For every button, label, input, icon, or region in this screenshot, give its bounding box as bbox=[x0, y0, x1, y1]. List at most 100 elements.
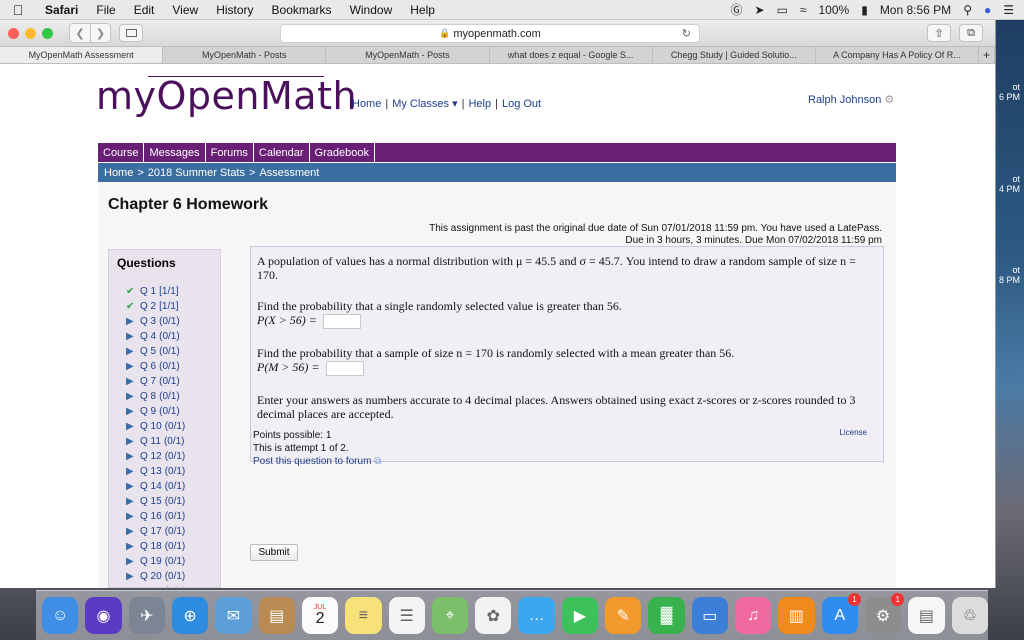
document-icon[interactable]: ▤ bbox=[908, 597, 945, 634]
question-label[interactable]: Q 21 bbox=[140, 586, 162, 587]
question-item[interactable]: ▶ Q 14 (0/1) bbox=[109, 479, 220, 494]
keynote-icon[interactable]: ▭ bbox=[691, 597, 728, 634]
menu-history[interactable]: History bbox=[207, 3, 262, 17]
tab-assessment[interactable]: MyOpenMath Assessment bbox=[0, 47, 164, 63]
question-label[interactable]: Q 20 bbox=[140, 571, 162, 582]
pages-icon[interactable]: ✎ bbox=[605, 597, 642, 634]
nav-messages[interactable]: Messages bbox=[144, 143, 206, 162]
question-label[interactable]: Q 2 bbox=[140, 301, 156, 312]
notes-icon[interactable]: ≡ bbox=[345, 597, 382, 634]
messages-icon[interactable]: … bbox=[518, 597, 555, 634]
menu-edit[interactable]: Edit bbox=[125, 3, 164, 17]
question-item[interactable]: ✔ Q 1 [1/1] bbox=[109, 284, 220, 299]
question-label[interactable]: Q 13 bbox=[140, 466, 162, 477]
nav-home-link[interactable]: Home bbox=[352, 98, 381, 110]
question-item[interactable]: ✔ Q 2 [1/1] bbox=[109, 299, 220, 314]
question-item[interactable]: ▶ Q 4 (0/1) bbox=[109, 329, 220, 344]
question-item[interactable]: ▶ Q 8 (0/1) bbox=[109, 389, 220, 404]
launchpad-icon[interactable]: ✈ bbox=[128, 597, 165, 634]
menu-window[interactable]: Window bbox=[341, 3, 402, 17]
safari-icon[interactable]: ⊕ bbox=[171, 597, 209, 634]
post-to-forum-link[interactable]: Post this question to forum ⧉ bbox=[253, 455, 381, 468]
calendar-icon[interactable]: JUL 2 bbox=[301, 597, 339, 634]
tab-google[interactable]: what does z equal - Google S... bbox=[490, 47, 653, 63]
nav-logout-link[interactable]: Log Out bbox=[502, 98, 541, 110]
settings-gear-icon[interactable]: ⚙ bbox=[884, 94, 894, 106]
question-item[interactable]: ▶ Q 11 (0/1) bbox=[109, 434, 220, 449]
mail-icon[interactable]: ✉ bbox=[215, 597, 252, 634]
airplay-icon[interactable]: ▭ bbox=[777, 3, 788, 17]
question-label[interactable]: Q 10 bbox=[140, 421, 162, 432]
question-item[interactable]: ▶ Q 7 (0/1) bbox=[109, 374, 220, 389]
tab-company[interactable]: A Company Has A Policy Of R... bbox=[816, 47, 980, 63]
question-label[interactable]: Q 16 bbox=[140, 511, 162, 522]
url-text[interactable]: myopenmath.com bbox=[453, 28, 540, 40]
battery-icon[interactable]: ▮ bbox=[861, 3, 868, 17]
menu-view[interactable]: View bbox=[163, 3, 207, 17]
preferences-icon[interactable]: ⚙ 1 bbox=[864, 593, 905, 634]
nav-my-classes-link[interactable]: My Classes ▾ bbox=[392, 98, 457, 110]
license-link[interactable]: License bbox=[839, 428, 867, 437]
tab-posts-1[interactable]: MyOpenMath - Posts bbox=[163, 47, 327, 63]
apple-menu-icon[interactable]:  bbox=[0, 2, 36, 18]
wifi-icon[interactable]: ≈ bbox=[800, 3, 807, 17]
zoom-icon[interactable] bbox=[42, 27, 53, 39]
nav-help-link[interactable]: Help bbox=[468, 98, 491, 110]
question-label[interactable]: Q 3 bbox=[140, 316, 156, 327]
address-bar[interactable]: 🔒 myopenmath.com ↻ bbox=[280, 24, 700, 43]
question-item[interactable]: ▶ Q 20 (0/1) bbox=[109, 569, 220, 584]
sidebar-toggle-icon[interactable] bbox=[119, 24, 143, 42]
minimize-icon[interactable] bbox=[25, 27, 36, 39]
question-item[interactable]: ▶ Q 9 (0/1) bbox=[109, 404, 220, 419]
question-item[interactable]: ▶ Q 5 (0/1) bbox=[109, 344, 220, 359]
numbers-icon[interactable]: ▓ bbox=[648, 597, 685, 634]
finder-icon[interactable]: ☺ bbox=[42, 597, 79, 634]
nav-calendar[interactable]: Calendar bbox=[254, 143, 310, 162]
question-label[interactable]: Q 17 bbox=[140, 526, 162, 537]
submit-button[interactable]: Submit bbox=[250, 544, 298, 561]
question-item[interactable]: ▶ Q 13 (0/1) bbox=[109, 464, 220, 479]
question-label[interactable]: Q 1 bbox=[140, 286, 156, 297]
question-item[interactable]: ▶Q 21(0/1) bbox=[109, 584, 220, 587]
question-item[interactable]: ▶ Q 19 (0/1) bbox=[109, 554, 220, 569]
nav-course[interactable]: Course bbox=[98, 143, 145, 162]
question-label[interactable]: Q 11 bbox=[140, 436, 161, 447]
question-label[interactable]: Q 15 bbox=[140, 496, 162, 507]
tab-chegg[interactable]: Chegg Study | Guided Solutio... bbox=[653, 47, 816, 63]
status-icon[interactable]: Ⓖ bbox=[730, 1, 742, 18]
facetime-icon[interactable]: ▶ bbox=[561, 597, 599, 634]
trash-icon[interactable]: ♲ bbox=[951, 597, 988, 634]
question-label[interactable]: Q 6 bbox=[140, 361, 156, 372]
nav-gradebook[interactable]: Gradebook bbox=[310, 143, 375, 162]
ibooks-icon[interactable]: ▥ bbox=[778, 597, 815, 634]
siri-icon[interactable]: ◉ bbox=[85, 597, 122, 634]
clock[interactable]: Mon 8:56 PM bbox=[880, 3, 951, 17]
contacts-icon[interactable]: ▤ bbox=[258, 597, 295, 634]
photos-icon[interactable]: ✿ bbox=[475, 597, 512, 634]
question-item[interactable]: ▶ Q 6 (0/1) bbox=[109, 359, 220, 374]
siri-menu-icon[interactable]: ● bbox=[984, 3, 991, 17]
menu-bookmarks[interactable]: Bookmarks bbox=[263, 3, 341, 17]
part1-answer-input[interactable] bbox=[322, 313, 361, 329]
question-label[interactable]: Q 14 bbox=[140, 481, 162, 492]
question-label[interactable]: Q 8 bbox=[140, 391, 156, 402]
question-item[interactable]: ▶ Q 10 (0/1) bbox=[109, 419, 220, 434]
question-item[interactable]: ▶ Q 15 (0/1) bbox=[109, 494, 220, 509]
question-item[interactable]: ▶ Q 17 (0/1) bbox=[109, 524, 220, 539]
question-label[interactable]: Q 9 bbox=[140, 406, 156, 417]
appstore-icon[interactable]: A1 bbox=[821, 593, 861, 634]
breadcrumb-home[interactable]: Home bbox=[104, 167, 133, 179]
spotlight-icon[interactable]: ⚲ bbox=[963, 3, 972, 17]
menu-app[interactable]: Safari bbox=[36, 3, 87, 17]
nav-forums[interactable]: Forums bbox=[206, 143, 254, 162]
itunes-icon[interactable]: ♫ bbox=[735, 597, 772, 634]
question-label[interactable]: Q 12 bbox=[140, 451, 162, 462]
site-logo[interactable]: myOpenMath bbox=[96, 74, 357, 118]
back-icon[interactable]: ❮ bbox=[70, 24, 90, 42]
new-tab-button[interactable]: + bbox=[979, 47, 995, 63]
breadcrumb-course[interactable]: 2018 Summer Stats bbox=[148, 167, 245, 179]
user-link[interactable]: Ralph Johnson bbox=[808, 94, 881, 106]
question-label[interactable]: Q 4 bbox=[140, 331, 156, 342]
menu-help[interactable]: Help bbox=[401, 3, 444, 17]
question-item[interactable]: ▶ Q 3 (0/1) bbox=[109, 314, 220, 329]
